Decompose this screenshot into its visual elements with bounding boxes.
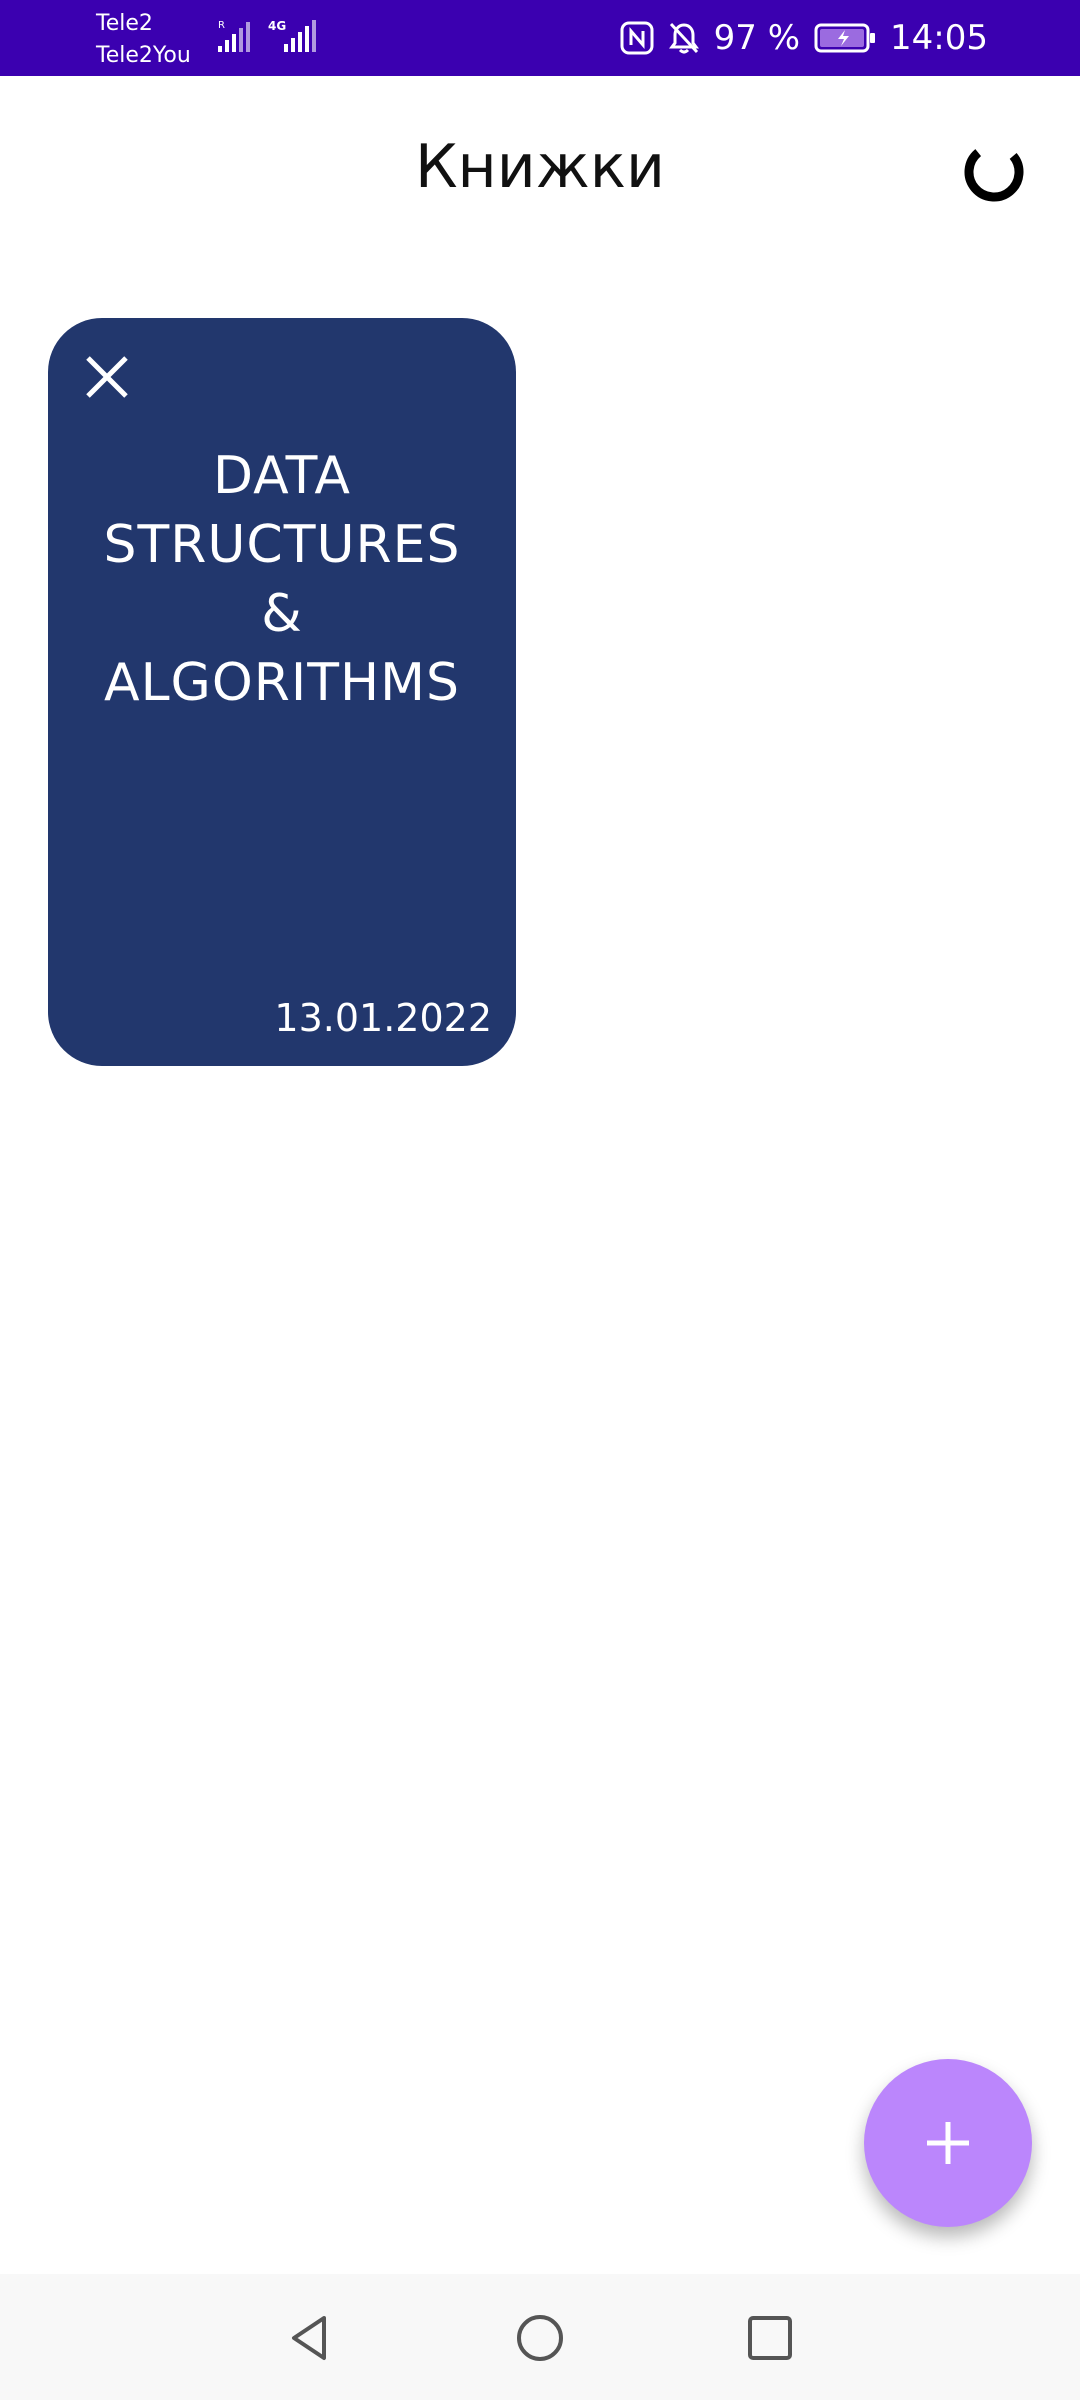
plus-icon <box>927 2122 969 2164</box>
book-card[interactable]: DATA STRUCTURES & ALGORITHMS 13.01.2022 <box>48 318 516 1066</box>
svg-text:R: R <box>218 20 225 31</box>
sync-loader-icon[interactable] <box>962 140 1026 204</box>
signal-indicators: R 4G <box>216 18 322 56</box>
battery-charging-icon <box>814 22 876 54</box>
system-nav-bar <box>0 2274 1080 2400</box>
signal-icon: R <box>218 20 250 52</box>
book-title: DATA STRUCTURES & ALGORITHMS <box>103 446 461 713</box>
carrier-info: Tele2 Tele2You <box>96 8 191 72</box>
page-title: Книжки <box>414 132 666 202</box>
mute-bell-icon <box>668 22 699 54</box>
book-date: 13.01.2022 <box>274 996 492 1040</box>
carrier-name-primary: Tele2 <box>96 11 153 36</box>
status-right: 97 % 14:05 <box>620 0 988 76</box>
signal-icon: 4G <box>268 19 316 52</box>
battery-percent: 97 % <box>713 18 801 58</box>
close-icon[interactable] <box>84 354 130 400</box>
home-icon[interactable] <box>514 2312 566 2364</box>
nfc-icon <box>620 21 654 55</box>
svg-text:4G: 4G <box>268 19 286 33</box>
back-icon[interactable] <box>284 2312 336 2364</box>
add-book-button[interactable] <box>864 2059 1032 2227</box>
carrier-name-secondary: Tele2You <box>96 43 191 68</box>
recents-icon[interactable] <box>744 2312 796 2364</box>
clock: 14:05 <box>890 18 988 58</box>
status-bar: Tele2 Tele2You R 4G 97 % 14:05 <box>0 0 1080 76</box>
